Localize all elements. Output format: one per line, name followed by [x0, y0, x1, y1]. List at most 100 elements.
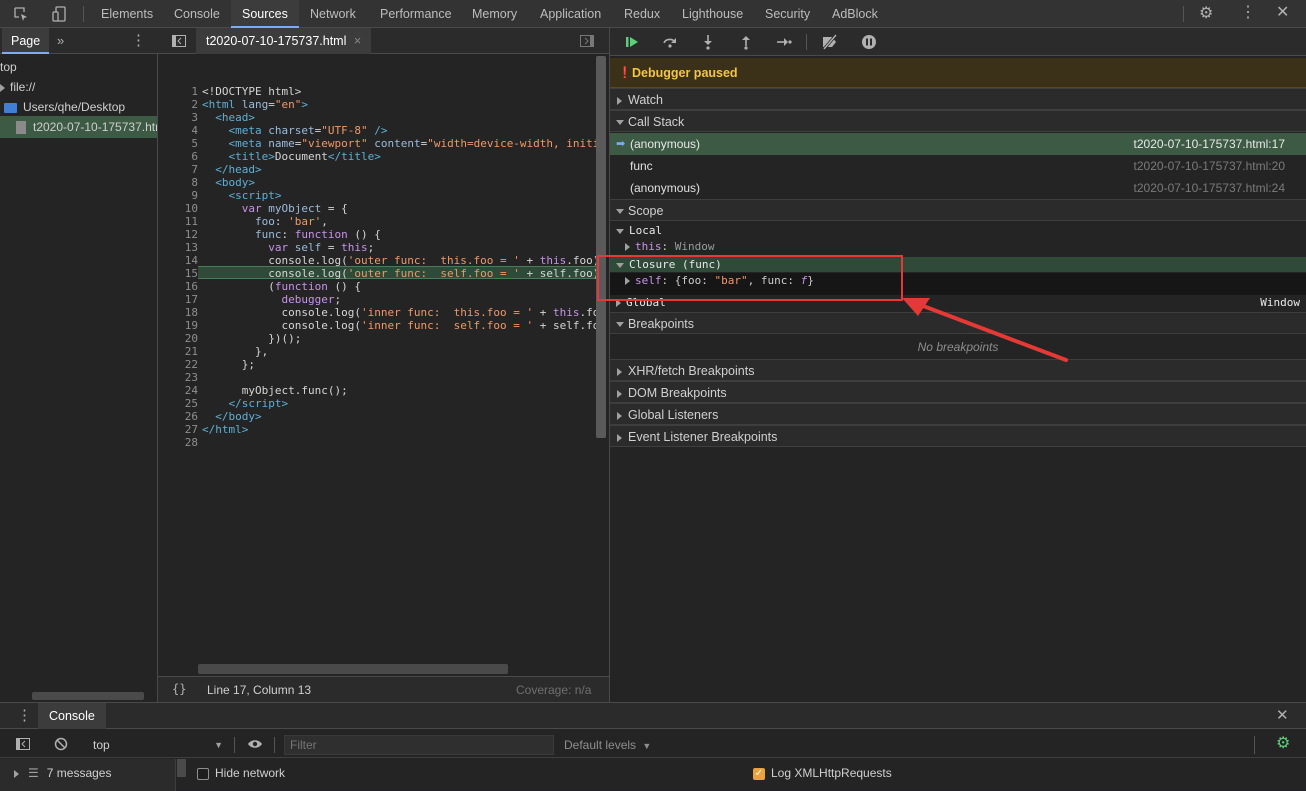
step-icon[interactable]: [776, 35, 792, 51]
tab-application[interactable]: Application: [540, 0, 601, 28]
paused-message: Debugger paused: [632, 66, 738, 80]
scope-local[interactable]: Local: [616, 224, 662, 238]
horizontal-scrollbar[interactable]: [198, 664, 508, 674]
deactivate-breakpoints-icon[interactable]: [821, 34, 839, 52]
frame-location: t2020-07-10-175737.html:17: [1133, 137, 1285, 151]
tab-sources[interactable]: Sources: [231, 0, 299, 28]
drawer-menu-icon[interactable]: ⋮: [17, 708, 32, 723]
section-label: DOM Breakpoints: [628, 386, 727, 400]
tab-lighthouse[interactable]: Lighthouse: [682, 0, 743, 28]
section-watch[interactable]: Watch: [610, 88, 1306, 110]
editor-file-tab[interactable]: t2020-07-10-175737.html ×: [196, 28, 372, 54]
call-frame[interactable]: (anonymous) t2020-07-10-175737.html:24: [610, 177, 1306, 199]
tab-security[interactable]: Security: [765, 0, 810, 28]
horizontal-scrollbar[interactable]: [32, 692, 144, 700]
messages-group[interactable]: ☰ 7 messages: [14, 764, 111, 782]
scope-var-this[interactable]: this: Window: [625, 240, 715, 254]
coverage-status: Coverage: n/a: [516, 683, 592, 697]
frame-location: t2020-07-10-175737.html:20: [1133, 159, 1285, 173]
section-event-listener-breakpoints[interactable]: Event Listener Breakpoints: [610, 425, 1306, 447]
section-label: Global Listeners: [628, 408, 719, 422]
section-label: Watch: [628, 93, 663, 107]
drawer-header: [0, 703, 1306, 729]
source-editor: t2020-07-10-175737.html × 1 2 3 4 5 6 7 8 9 10 11 1…: [158, 28, 610, 702]
tree-item-folder[interactable]: Users/qhe/Desktop: [4, 96, 125, 118]
section-dom-breakpoints[interactable]: DOM Breakpoints: [610, 381, 1306, 403]
current-frame-arrow-icon: ➡: [616, 138, 626, 150]
file-icon: [16, 121, 26, 135]
pause-on-exceptions-icon[interactable]: [861, 34, 877, 52]
toggle-debugger-icon[interactable]: [580, 35, 594, 49]
section-label: Event Listener Breakpoints: [628, 430, 778, 444]
call-frame[interactable]: ➡ (anonymous) t2020-07-10-175737.html:17: [610, 133, 1306, 155]
tab-performance[interactable]: Performance: [380, 0, 452, 28]
section-label: Scope: [628, 204, 664, 218]
call-frame[interactable]: func t2020-07-10-175737.html:20: [610, 155, 1306, 177]
more-tabs-chevron-icon[interactable]: »: [57, 34, 64, 47]
line-numbers: 1 2 3 4 5 6 7 8 9 10 11 12 13 14 15 16 17 18 19 20 21 22 23 24 2…: [184, 85, 198, 449]
log-xhr-checkbox[interactable]: ✓: [753, 767, 765, 780]
navigator-menu-icon[interactable]: ⋮: [131, 33, 146, 48]
tree-item-file[interactable]: file://: [0, 76, 35, 98]
pretty-print-icon[interactable]: {}: [172, 683, 186, 695]
log-levels-dropdown[interactable]: Default levels ▼: [564, 736, 651, 754]
hide-network-label: Hide network: [215, 766, 286, 780]
tree-item-label: t2020-07-10-175737.html: [33, 120, 157, 134]
resume-icon[interactable]: [625, 35, 639, 51]
toggle-sidebar-icon[interactable]: [16, 738, 30, 752]
step-into-icon[interactable]: [702, 34, 714, 52]
file-tab-label: t2020-07-10-175737.html: [206, 34, 347, 48]
var-key: this: [635, 240, 662, 253]
section-label: Call Stack: [628, 115, 685, 129]
console-filter-input[interactable]: [284, 735, 554, 755]
tab-console[interactable]: Console: [174, 0, 220, 28]
hide-network-option[interactable]: Hide network: [197, 764, 285, 782]
close-devtools-icon[interactable]: ✕: [1276, 5, 1289, 21]
annotation-overlay: [597, 255, 1068, 362]
tab-elements[interactable]: Elements: [101, 0, 153, 28]
section-call-stack[interactable]: Call Stack: [610, 110, 1306, 132]
tree-item-label: Users/qhe/Desktop: [23, 100, 126, 114]
debugger-toolbar: [610, 28, 1306, 56]
clear-console-icon[interactable]: [54, 737, 68, 753]
step-over-icon[interactable]: [662, 35, 678, 51]
hide-network-checkbox[interactable]: [197, 767, 209, 780]
context-selector[interactable]: top ▼: [85, 736, 227, 754]
tab-memory[interactable]: Memory: [472, 0, 517, 28]
close-tab-icon[interactable]: ×: [354, 34, 361, 48]
toolbar-divider: [1183, 6, 1184, 22]
console-settings-gear-icon[interactable]: ⚙: [1276, 736, 1290, 752]
tab-network[interactable]: Network: [310, 0, 356, 28]
code-viewport[interactable]: <!DOCTYPE html> <html lang="en"> <head> <…: [198, 56, 598, 674]
toggle-navigator-icon[interactable]: [172, 35, 186, 49]
live-expression-eye-icon[interactable]: [247, 738, 263, 752]
step-out-icon[interactable]: [740, 34, 752, 52]
tab-redux[interactable]: Redux: [624, 0, 660, 28]
close-drawer-icon[interactable]: ✕: [1276, 708, 1289, 723]
section-scope[interactable]: Scope: [610, 199, 1306, 221]
annotation-highlight-box: [597, 255, 903, 301]
vertical-scrollbar[interactable]: [596, 56, 606, 438]
tree-item-html-file[interactable]: t2020-07-10-175737.html: [0, 116, 157, 138]
settings-gear-icon[interactable]: ⚙: [1199, 6, 1213, 22]
drawer-tab-console[interactable]: Console: [38, 703, 106, 729]
log-xhr-option[interactable]: ✓ Log XMLHttpRequests: [753, 764, 892, 782]
context-value: top: [93, 738, 110, 752]
scope-global-value: Window: [1260, 296, 1300, 309]
more-options-icon[interactable]: ⋮: [1240, 5, 1256, 21]
tab-page[interactable]: Page: [2, 28, 50, 54]
toolbar-divider: [234, 737, 235, 753]
frame-name: (anonymous): [630, 137, 701, 151]
section-label: XHR/fetch Breakpoints: [628, 364, 755, 378]
section-global-listeners[interactable]: Global Listeners: [610, 403, 1306, 425]
cursor-position: Line 17, Column 13: [207, 683, 312, 697]
toolbar-divider: [83, 6, 84, 22]
inspect-element-icon[interactable]: [14, 7, 28, 23]
tree-item-top[interactable]: top: [0, 56, 17, 78]
sidebar-scrollbar[interactable]: [177, 759, 186, 777]
device-toolbar-icon[interactable]: [52, 6, 66, 24]
var-value: Window: [674, 240, 715, 253]
code-content: <!DOCTYPE html> <html lang="en"> <head> <…: [202, 85, 598, 436]
tab-adblock[interactable]: AdBlock: [832, 0, 878, 28]
messages-count: 7 messages: [46, 766, 112, 780]
